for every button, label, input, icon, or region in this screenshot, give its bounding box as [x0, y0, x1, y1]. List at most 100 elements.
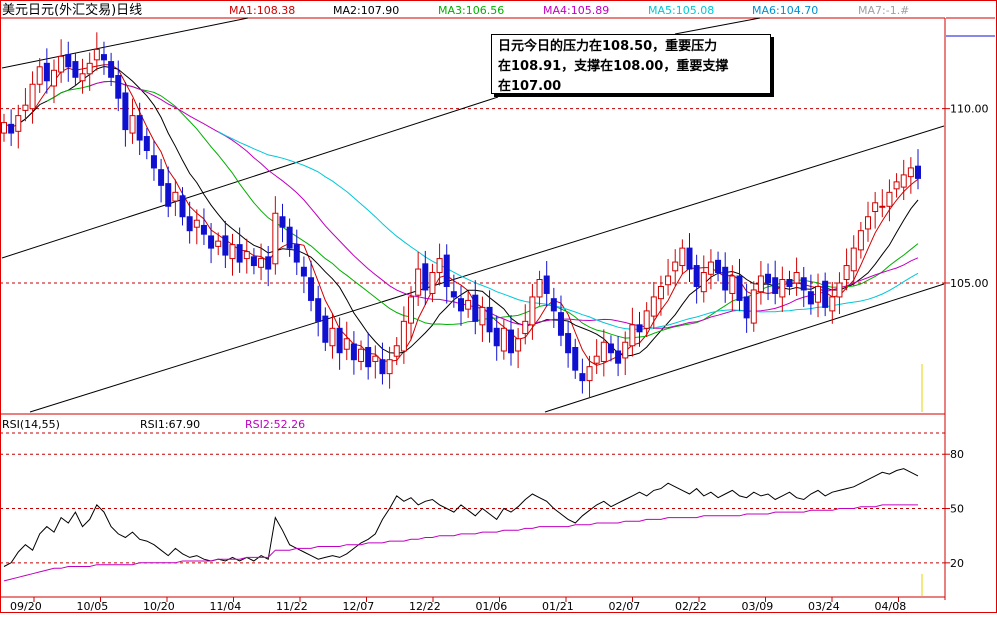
candle-body — [729, 275, 736, 294]
candle-body — [607, 343, 614, 354]
candle-body — [665, 275, 672, 286]
candle-body — [565, 333, 572, 354]
candle-body — [429, 272, 436, 294]
candle-body — [872, 202, 879, 213]
ma-label-7: MA7:-1.# — [858, 4, 909, 17]
time-tick-label: 11/04 — [210, 600, 242, 613]
candle-body — [643, 310, 650, 329]
candle-body — [900, 174, 907, 188]
candle-body — [765, 273, 772, 284]
channel-line-top-right — [674, 17, 761, 35]
candle-body — [443, 254, 450, 287]
candle-body — [836, 282, 843, 298]
candle-body — [265, 256, 272, 270]
time-tick-label: 03/09 — [742, 600, 774, 613]
ma-line-4 — [89, 80, 919, 329]
candle-body — [679, 247, 686, 267]
candle-body — [200, 224, 207, 235]
candle-body — [422, 263, 429, 291]
candle-body — [72, 61, 79, 78]
ma-label-2: MA2:107.90 — [333, 4, 399, 17]
candle-body — [786, 279, 793, 287]
candle-body — [522, 320, 529, 335]
candle-body — [465, 299, 472, 310]
candle-body — [100, 54, 107, 61]
candle-body — [343, 338, 350, 350]
candle-body — [757, 275, 764, 293]
ma-label-5: MA5:105.08 — [648, 4, 714, 17]
candle-body — [372, 355, 379, 362]
candle-body — [365, 346, 372, 368]
candle-body — [693, 265, 700, 287]
candle-body — [79, 73, 86, 82]
candle-body — [743, 296, 750, 319]
candle-body — [50, 69, 57, 87]
candle-body — [336, 327, 343, 354]
candle-body — [415, 268, 422, 296]
ma-label-6: MA6:104.70 — [752, 4, 818, 17]
candle-body — [515, 338, 522, 352]
candle-body — [857, 230, 864, 251]
candle-body — [822, 280, 829, 308]
candle-body — [43, 62, 50, 82]
candle-body — [650, 296, 657, 317]
candle-body — [772, 277, 779, 294]
candle-body — [243, 251, 250, 260]
candle-body — [486, 306, 493, 333]
candle-body — [893, 181, 900, 190]
candle-body — [8, 123, 15, 134]
candle-body — [215, 240, 222, 247]
rsi2-label: RSI2:52.26 — [245, 418, 305, 431]
candle-body — [229, 244, 236, 260]
candle-body — [586, 366, 593, 382]
rsi1-label: RSI1:67.90 — [140, 418, 200, 431]
time-tick-label: 12/22 — [409, 600, 441, 613]
candle-body — [557, 312, 564, 336]
candle-body — [165, 183, 172, 207]
candle-body — [222, 235, 229, 256]
candle-body — [472, 294, 479, 322]
candle-body — [886, 191, 893, 207]
candle-body — [529, 296, 536, 326]
candle-body — [129, 115, 136, 134]
candle-body — [750, 289, 757, 324]
candle-body — [879, 205, 886, 208]
candle-body — [843, 265, 850, 281]
candle-body — [479, 306, 486, 326]
candle-body — [293, 244, 300, 263]
candle-body — [493, 327, 500, 347]
rsi-tick-label: 50 — [950, 503, 964, 516]
time-tick-label: 10/05 — [77, 600, 109, 613]
candle-body — [186, 216, 193, 232]
candle-body — [850, 247, 857, 272]
candle-body — [629, 324, 636, 347]
ma-label-3: MA3:106.56 — [438, 4, 504, 17]
candle-body — [815, 285, 822, 303]
candle-body — [286, 226, 293, 249]
candle-body — [672, 261, 679, 272]
candle-body — [458, 298, 464, 312]
candle-body — [715, 259, 722, 274]
candle-body — [700, 272, 707, 293]
rsi-tick-label: 80 — [950, 448, 964, 461]
annotation-line-3: 在107.00 — [498, 79, 562, 94]
ma-label-1: MA1:108.38 — [229, 4, 295, 17]
candle-body — [315, 298, 322, 322]
candle-body — [865, 216, 872, 230]
time-tick-label: 04/08 — [875, 600, 907, 613]
candle-body — [636, 324, 643, 333]
candle-body — [450, 291, 457, 298]
candle-body — [158, 169, 165, 186]
candle-body — [22, 104, 29, 111]
candle-body — [93, 48, 100, 61]
candle-body — [500, 327, 507, 352]
candle-body — [322, 315, 329, 343]
candle-body — [779, 279, 786, 298]
candle-body — [657, 285, 664, 300]
candle-body — [907, 167, 914, 178]
candle-body — [15, 115, 22, 132]
candle-body — [507, 329, 514, 354]
rsi2-line — [3, 504, 918, 582]
candle-body — [707, 261, 714, 275]
candle-body — [86, 62, 93, 75]
